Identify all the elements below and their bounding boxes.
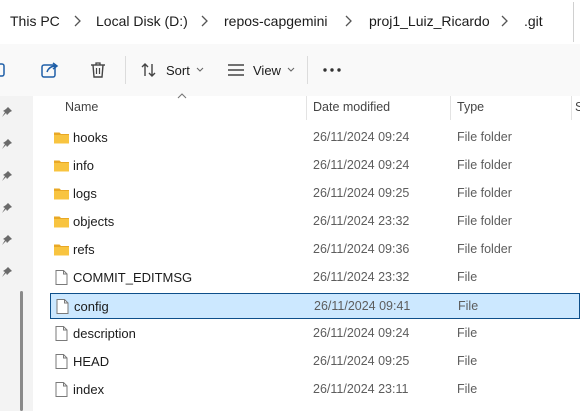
file-type: File folder xyxy=(457,130,512,144)
file-date-modified: 26/11/2024 23:11 xyxy=(313,382,409,396)
address-bar[interactable]: This PC Local Disk (D:) repos-capgemini … xyxy=(0,0,580,45)
file-type: File xyxy=(457,382,478,396)
folder-icon xyxy=(54,216,69,228)
file-icon xyxy=(55,354,68,369)
file-name: COMMIT_EDITMSG xyxy=(73,270,193,285)
toolbar-divider xyxy=(125,56,126,84)
share-icon xyxy=(41,62,59,78)
share-button[interactable] xyxy=(40,58,60,82)
file-date-modified: 26/11/2024 09:36 xyxy=(313,242,410,256)
file-name: description xyxy=(73,326,136,341)
file-name: info xyxy=(73,158,94,173)
address-bar-divider xyxy=(573,2,574,42)
file-row[interactable]: refs 26/11/2024 09:36 File folder xyxy=(50,237,580,263)
file-date-modified: 26/11/2024 23:32 xyxy=(313,270,410,284)
breadcrumb-proj1[interactable]: proj1_Luiz_Ricardo xyxy=(369,13,490,29)
file-type: File xyxy=(457,326,478,340)
chevron-down-icon xyxy=(287,67,295,72)
file-type: File xyxy=(457,270,478,284)
file-date-modified: 26/11/2024 09:24 xyxy=(313,326,410,340)
nav-scrollbar[interactable] xyxy=(20,291,23,411)
file-name: HEAD xyxy=(73,354,110,369)
column-divider[interactable] xyxy=(306,96,307,120)
more-options-button[interactable] xyxy=(322,58,342,82)
view-button[interactable]: View xyxy=(227,58,295,82)
delete-icon xyxy=(91,62,105,78)
folder-icon xyxy=(54,132,69,144)
file-name: objects xyxy=(73,214,115,229)
chevron-right-icon[interactable] xyxy=(499,14,509,28)
file-name: logs xyxy=(73,186,97,201)
file-list: Name Date modified Type S hooks 26/11/202… xyxy=(33,93,580,411)
file-row[interactable]: COMMIT_EDITMSG 26/11/2024 23:32 File xyxy=(50,265,580,291)
chevron-right-icon[interactable] xyxy=(343,14,353,28)
column-divider[interactable] xyxy=(571,96,572,120)
sort-label: Sort xyxy=(166,62,190,78)
copy-button[interactable] xyxy=(0,58,10,82)
file-row[interactable]: objects 26/11/2024 23:32 File folder xyxy=(50,209,580,235)
file-icon xyxy=(55,326,68,341)
chevron-down-icon xyxy=(196,67,204,72)
file-type: File folder xyxy=(457,214,512,228)
file-row[interactable]: hooks 26/11/2024 09:24 File folder xyxy=(50,125,580,151)
file-row[interactable]: info 26/11/2024 09:24 File folder xyxy=(50,153,580,179)
sort-icon xyxy=(141,63,156,77)
toolbar-divider xyxy=(307,56,308,84)
file-row[interactable]: config 26/11/2024 09:41 File xyxy=(50,293,580,319)
file-date-modified: 26/11/2024 09:24 xyxy=(313,158,410,172)
folder-icon xyxy=(54,160,69,172)
delete-button[interactable] xyxy=(88,58,108,82)
file-icon xyxy=(56,299,69,314)
copy-icon xyxy=(0,63,5,77)
column-header-size[interactable]: S xyxy=(575,100,580,114)
file-date-modified: 26/11/2024 23:32 xyxy=(313,214,410,228)
file-row[interactable]: HEAD 26/11/2024 09:25 File xyxy=(50,349,580,375)
file-date-modified: 26/11/2024 09:25 xyxy=(313,354,410,368)
file-icon xyxy=(55,382,68,397)
column-header-name[interactable]: Name xyxy=(65,100,98,114)
breadcrumb-repos-capgemini[interactable]: repos-capgemini xyxy=(224,13,328,29)
column-header-date[interactable]: Date modified xyxy=(313,100,390,114)
pin-icon[interactable] xyxy=(1,202,13,214)
chevron-right-icon[interactable] xyxy=(72,14,82,28)
more-options-icon xyxy=(323,68,341,72)
breadcrumb-git[interactable]: .git xyxy=(524,13,543,29)
file-date-modified: 26/11/2024 09:41 xyxy=(314,299,411,313)
navigation-pane xyxy=(0,96,33,411)
breadcrumb-this-pc[interactable]: This PC xyxy=(10,13,60,29)
pin-icon[interactable] xyxy=(1,138,13,150)
file-row[interactable]: logs 26/11/2024 09:25 File folder xyxy=(50,181,580,207)
view-icon xyxy=(228,64,244,76)
file-name: hooks xyxy=(73,130,108,145)
file-type: File folder xyxy=(457,242,512,256)
pin-icon[interactable] xyxy=(1,106,13,118)
file-name: config xyxy=(74,299,109,314)
file-type: File xyxy=(458,299,479,313)
file-type: File folder xyxy=(457,158,512,172)
column-divider[interactable] xyxy=(450,96,451,120)
sort-ascending-icon xyxy=(177,93,187,99)
file-type: File folder xyxy=(457,186,512,200)
file-row[interactable]: description 26/11/2024 09:24 File xyxy=(50,321,580,347)
file-icon xyxy=(55,270,68,285)
command-bar: Sort View xyxy=(0,44,580,97)
folder-icon xyxy=(54,188,69,200)
file-name: refs xyxy=(73,242,95,257)
file-name: index xyxy=(73,382,105,397)
column-header-type[interactable]: Type xyxy=(457,100,484,114)
folder-icon xyxy=(54,244,69,256)
breadcrumb-local-disk[interactable]: Local Disk (D:) xyxy=(96,13,188,29)
file-date-modified: 26/11/2024 09:25 xyxy=(313,186,410,200)
file-row[interactable]: index 26/11/2024 23:11 File xyxy=(50,377,580,403)
view-label: View xyxy=(253,62,281,78)
sort-button[interactable]: Sort xyxy=(140,58,204,82)
pin-icon[interactable] xyxy=(1,234,13,246)
file-type: File xyxy=(457,354,478,368)
pin-icon[interactable] xyxy=(1,170,13,182)
file-date-modified: 26/11/2024 09:24 xyxy=(313,130,410,144)
pin-icon[interactable] xyxy=(1,266,13,278)
chevron-right-icon[interactable] xyxy=(199,14,209,28)
